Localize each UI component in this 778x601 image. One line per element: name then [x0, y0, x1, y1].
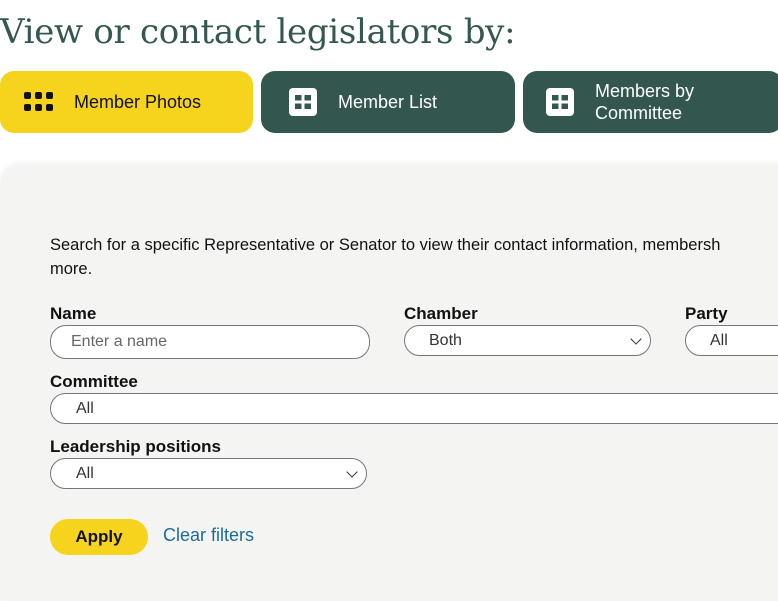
members-by-committee-button[interactable]: Members by Committee: [523, 71, 778, 133]
member-photos-label: Member Photos: [74, 92, 202, 112]
chamber-select[interactable]: Both: [404, 325, 651, 356]
name-label: Name: [50, 304, 97, 323]
chamber-label: Chamber: [404, 304, 478, 323]
leadership-select-value: All: [76, 464, 94, 482]
table-grid-icon: [288, 87, 318, 117]
search-intro-line: more.: [50, 260, 93, 278]
page-title: View or contact legislators by:: [0, 12, 516, 52]
search-intro-line: Search for a specific Representative or …: [50, 236, 721, 254]
chamber-select-value: Both: [429, 331, 462, 349]
clear-filters-link[interactable]: Clear filters: [163, 525, 254, 546]
chevron-down-icon: [630, 332, 642, 345]
member-photos-button[interactable]: Member Photos: [0, 71, 253, 133]
committee-select-value: All: [76, 399, 94, 417]
members-by-committee-label: Members by Committee: [595, 81, 695, 123]
chevron-down-icon: [346, 465, 358, 478]
name-input[interactable]: [50, 325, 370, 359]
leadership-select[interactable]: All: [50, 458, 367, 489]
party-select-value: All: [710, 331, 728, 349]
search-intro: Search for a specific Representative or …: [50, 233, 778, 281]
party-label: Party: [685, 304, 728, 323]
member-list-label: Member List: [338, 92, 438, 112]
apply-button[interactable]: Apply: [50, 519, 148, 555]
leadership-label: Leadership positions: [50, 437, 221, 456]
committee-select[interactable]: All: [50, 393, 778, 424]
committee-label: Committee: [50, 372, 138, 391]
member-list-button[interactable]: Member List: [261, 71, 515, 133]
dots-grid-icon: [24, 87, 54, 117]
party-select[interactable]: All: [685, 325, 778, 356]
table-grid-icon: [545, 87, 575, 117]
